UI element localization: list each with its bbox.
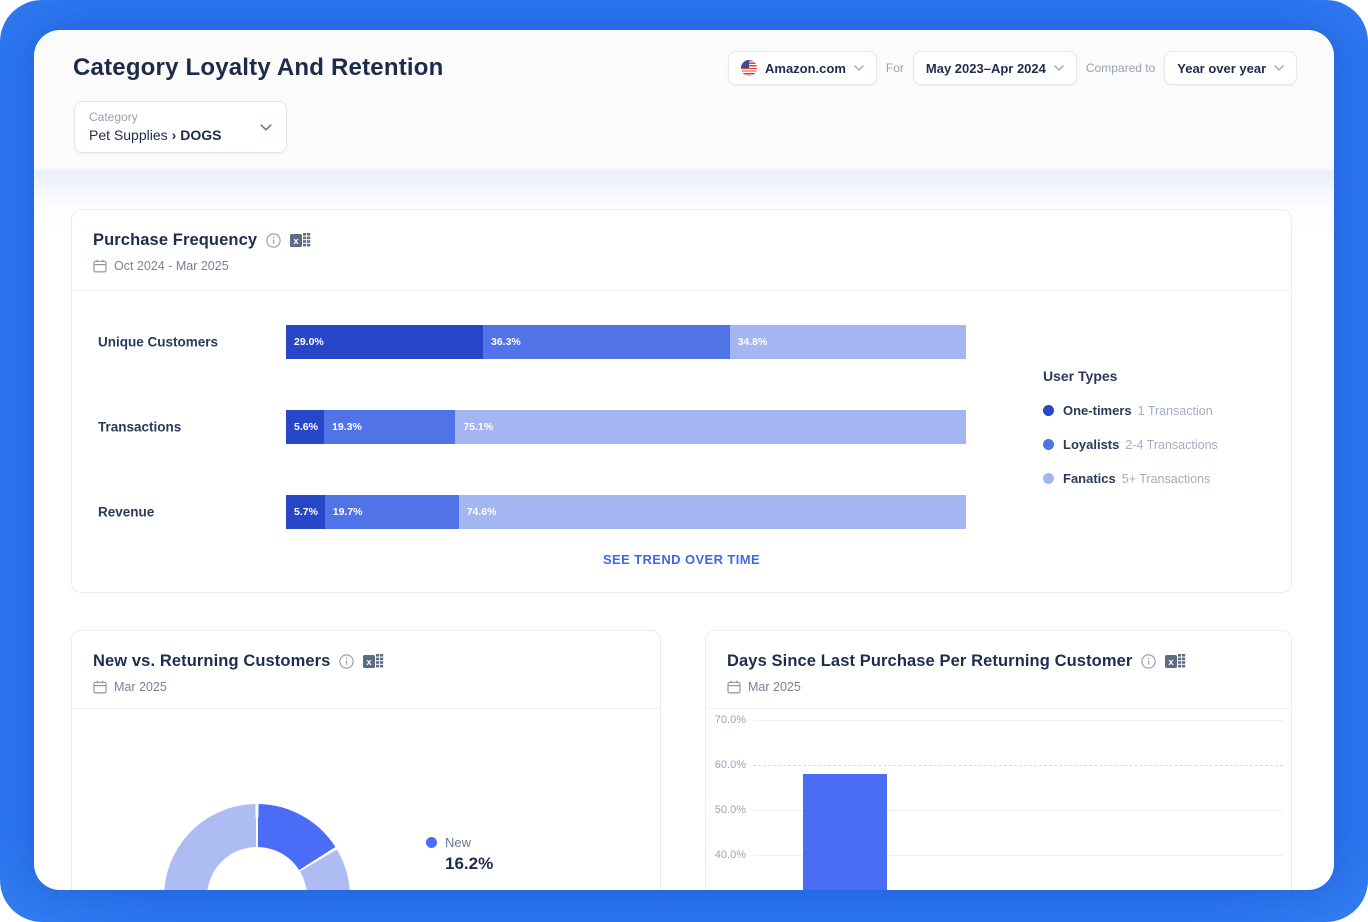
see-trend-link[interactable]: SEE TREND OVER TIME: [72, 552, 1291, 567]
domain-dropdown[interactable]: Amazon.com: [728, 51, 877, 85]
user-types-legend-title: User Types: [1043, 368, 1218, 384]
legend-label: Fanatics: [1063, 471, 1116, 486]
bar-segment: 5.7%: [286, 495, 325, 529]
stacked-bar-row: Revenue 5.7%19.7%74.6%: [72, 495, 1291, 529]
calendar-icon: [93, 259, 107, 273]
info-icon[interactable]: [1141, 654, 1156, 669]
chevron-down-icon: [854, 65, 864, 71]
us-flag-icon: [741, 60, 757, 76]
divider: [72, 708, 660, 709]
page-title: Category Loyalty And Retention: [73, 54, 443, 82]
legend-item: Loyalists 2-4 Transactions: [1043, 437, 1218, 452]
legend-description: 5+ Transactions: [1122, 472, 1211, 486]
row-label: Revenue: [98, 505, 154, 520]
days-since-date: Mar 2025: [748, 680, 801, 694]
bar-segment: 19.7%: [325, 495, 459, 529]
legend-value-new: 16.2%: [445, 854, 493, 874]
chevron-down-icon: [260, 124, 272, 131]
legend-label: One-timers: [1063, 403, 1132, 418]
y-axis-tick-label: 60.0%: [706, 759, 746, 771]
for-label: For: [886, 61, 904, 75]
new-vs-returning-panel: New vs. Returning Customers x Mar 2025 N…: [71, 630, 661, 890]
gridline: [753, 765, 1283, 766]
excel-export-icon[interactable]: x: [363, 653, 384, 670]
domain-dropdown-value: Amazon.com: [765, 61, 846, 76]
chevron-down-icon: [1274, 65, 1284, 71]
stacked-bar-row: Unique Customers 29.0%36.3%34.8%: [72, 325, 1291, 359]
y-axis-tick-label: 50.0%: [706, 804, 746, 816]
calendar-icon: [93, 680, 107, 694]
bar-segment: 75.1%: [455, 410, 966, 444]
app-background: Category Loyalty And Retention Amazon.co…: [0, 0, 1368, 922]
date-range-dropdown[interactable]: May 2023–Apr 2024: [913, 51, 1077, 85]
legend-dot: [426, 837, 437, 848]
comparison-dropdown-value: Year over year: [1177, 61, 1266, 76]
donut-chart: [164, 804, 350, 890]
category-selector-value: Pet Supplies›DOGS: [89, 127, 272, 143]
legend-label-new: New: [445, 835, 471, 850]
bar-segment: 5.6%: [286, 410, 324, 444]
calendar-icon: [727, 680, 741, 694]
y-axis-tick-label: 40.0%: [706, 849, 746, 861]
new-vs-returning-title: New vs. Returning Customers: [93, 652, 330, 671]
excel-export-icon[interactable]: x: [1165, 653, 1186, 670]
row-label: Transactions: [98, 420, 181, 435]
date-range-dropdown-value: May 2023–Apr 2024: [926, 61, 1046, 76]
bar-chart: 70.0% 60.0% 50.0% 40.0%: [706, 708, 1291, 890]
row-label: Unique Customers: [98, 335, 218, 350]
chevron-down-icon: [1054, 65, 1064, 71]
legend-description: 1 Transaction: [1138, 404, 1213, 418]
category-path: Pet Supplies: [89, 127, 168, 143]
compared-to-label: Compared to: [1086, 61, 1155, 75]
purchase-frequency-panel: Purchase Frequency x Oct 2024 - Mar 2025…: [71, 209, 1292, 593]
y-axis-tick-label: 70.0%: [706, 714, 746, 726]
legend-item: One-timers 1 Transaction: [1043, 403, 1218, 418]
legend-item: Fanatics 5+ Transactions: [1043, 471, 1218, 486]
dashboard-window: Category Loyalty And Retention Amazon.co…: [34, 30, 1334, 890]
info-icon[interactable]: [266, 233, 281, 248]
gridline: [753, 720, 1283, 721]
days-since-title: Days Since Last Purchase Per Returning C…: [727, 652, 1132, 671]
category-selected: DOGS: [180, 127, 221, 143]
legend-dot: [1043, 439, 1054, 450]
comparison-dropdown[interactable]: Year over year: [1164, 51, 1297, 85]
purchase-frequency-title: Purchase Frequency: [93, 231, 257, 250]
purchase-frequency-date: Oct 2024 - Mar 2025: [114, 259, 229, 273]
bar: [803, 774, 887, 890]
info-icon[interactable]: [339, 654, 354, 669]
donut-legend: New 16.2%: [426, 835, 493, 874]
user-types-legend: User Types One-timers 1 Transaction Loyali…: [1043, 368, 1218, 486]
excel-export-icon[interactable]: x: [290, 232, 311, 249]
svg-text:x: x: [367, 657, 373, 668]
category-selector-label: Category: [89, 110, 272, 124]
category-selector[interactable]: Category Pet Supplies›DOGS: [74, 101, 287, 153]
category-separator: ›: [172, 127, 177, 143]
days-since-panel: Days Since Last Purchase Per Returning C…: [705, 630, 1292, 890]
bar-segment: 19.3%: [324, 410, 455, 444]
bar-segment: 36.3%: [483, 325, 730, 359]
legend-description: 2-4 Transactions: [1125, 438, 1217, 452]
legend-dot: [1043, 405, 1054, 416]
bar-segment: 74.6%: [459, 495, 966, 529]
legend-dot: [1043, 473, 1054, 484]
bar-segment: 29.0%: [286, 325, 483, 359]
divider: [72, 290, 1291, 291]
legend-label: Loyalists: [1063, 437, 1119, 452]
svg-text:x: x: [293, 236, 299, 247]
filter-bar: Amazon.com For May 2023–Apr 2024 Compare…: [728, 51, 1297, 85]
bar-segment: 34.8%: [730, 325, 966, 359]
svg-text:x: x: [1169, 657, 1175, 668]
new-vs-returning-date: Mar 2025: [114, 680, 167, 694]
